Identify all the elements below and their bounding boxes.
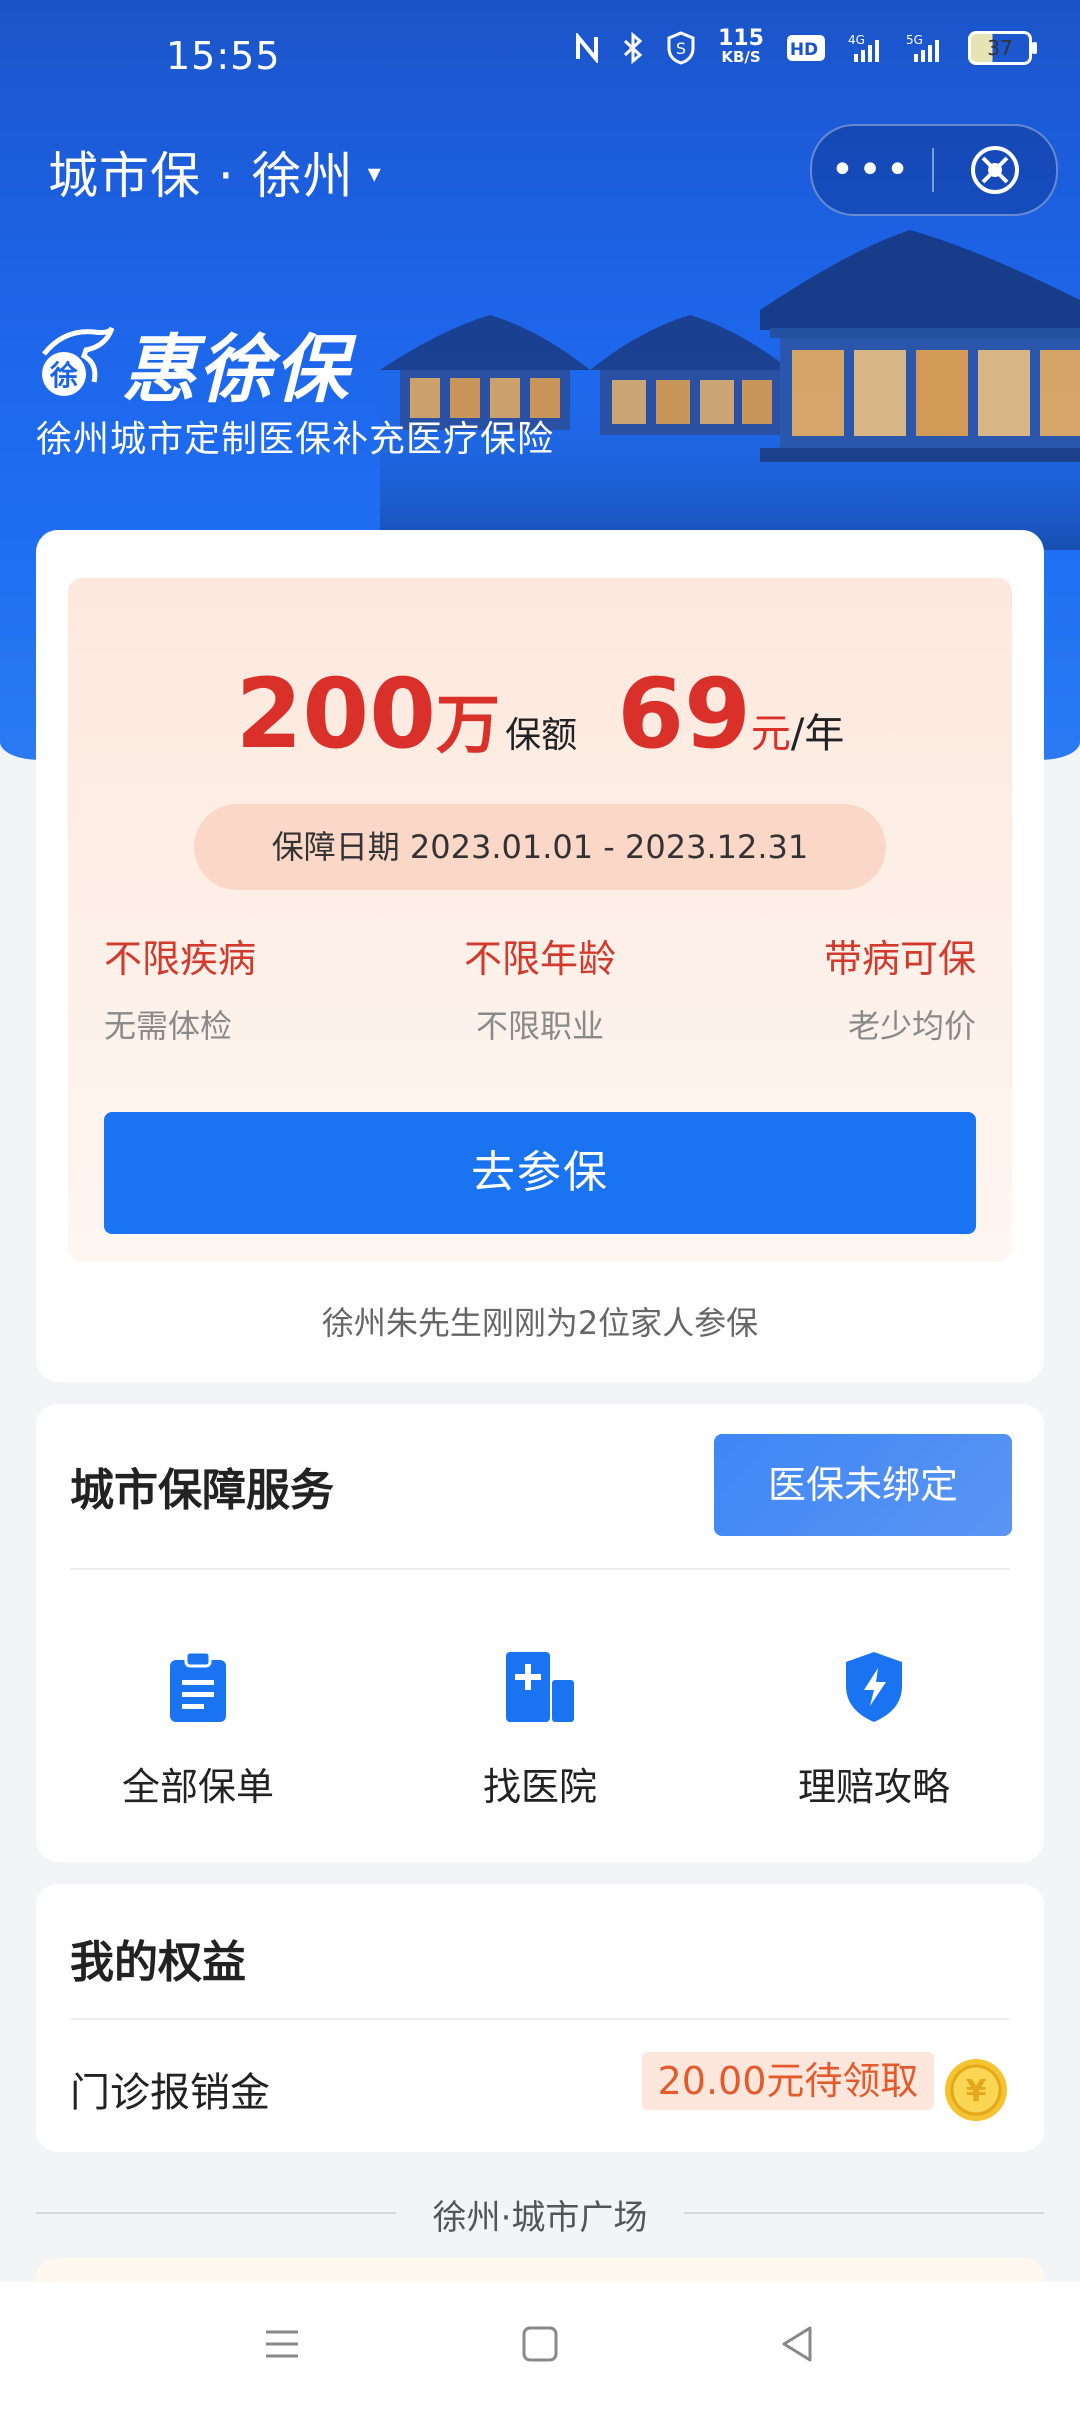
- city-square-title: 徐州·城市广场: [432, 2198, 648, 2238]
- enrollment-ticker: 徐州朱先生刚刚为2位家人参保: [321, 1304, 759, 1342]
- benefits-title: 我的权益: [70, 1937, 246, 1988]
- page-title: 城市保 · 徐州: [48, 147, 354, 205]
- divider: [70, 1568, 1010, 1570]
- svg-text:5G: 5G: [906, 33, 923, 47]
- hd-icon: HD: [786, 33, 826, 63]
- close-icon: [971, 146, 1019, 194]
- brand-name: 惠徐保: [122, 327, 350, 413]
- security-icon: S: [666, 31, 696, 65]
- chevron-down-icon: ▾: [367, 159, 381, 189]
- menu-button[interactable]: [262, 2324, 302, 2368]
- medical-insurance-bind-button[interactable]: 医保未绑定: [714, 1434, 1012, 1536]
- home-button[interactable]: [520, 2324, 560, 2368]
- feature-sub: 无需体检: [104, 1007, 233, 1045]
- coverage-amount: 200: [235, 658, 436, 770]
- svg-text:4G: 4G: [848, 33, 865, 47]
- status-icons: S 115 KB/S HD 4G 5G 37: [574, 26, 1037, 67]
- brand-logo: 徐 惠徐保: [34, 310, 350, 417]
- logo-char: 徐: [49, 359, 78, 392]
- price-unit: 元: [750, 711, 791, 757]
- service-label: 理赔攻略: [797, 1765, 950, 1809]
- feature-title: 带病可保: [823, 937, 976, 981]
- price-period: /年: [790, 711, 845, 757]
- menu-icon: [266, 2330, 298, 2358]
- feature-item: 带病可保 老少均价: [776, 928, 976, 1047]
- signal-5g-icon: 5G: [906, 32, 946, 64]
- shield-bolt-icon: [846, 1652, 902, 1722]
- clipboard-icon: [170, 1650, 226, 1722]
- coin-icon: ¥: [945, 2059, 1007, 2121]
- service-all-policies[interactable]: 全部保单: [78, 1650, 318, 1811]
- divider-line-right: [684, 2212, 1044, 2214]
- pavilion-illustration: [380, 230, 1080, 550]
- city-services-card: 城市保障服务 医保未绑定 全部保单 找医院 理赔攻略: [36, 1404, 1044, 1862]
- coverage-unit: 万: [436, 689, 500, 763]
- brand-subtitle: 徐州城市定制医保补充医疗保险: [36, 419, 555, 460]
- outpatient-reimbursement-label: 门诊报销金: [70, 2070, 270, 2116]
- divider: [70, 2018, 1010, 2020]
- price-value: 69: [617, 658, 751, 770]
- feature-title: 不限疾病: [104, 937, 257, 981]
- feature-item: 不限疾病 无需体检: [104, 928, 304, 1047]
- insurance-offer-card: 200万 保额 69元/年 保障日期 2023.01.01 - 2023.12.…: [36, 530, 1044, 1382]
- my-benefits-card: 我的权益 门诊报销金 20.00元待领取 ¥: [36, 1884, 1044, 2152]
- network-speed-value: 115: [718, 26, 764, 51]
- coverage-label: 保额: [505, 715, 578, 756]
- price-row: 200万 保额 69元/年: [68, 658, 1012, 770]
- services-title: 城市保障服务: [70, 1465, 334, 1516]
- battery-icon: 37: [968, 31, 1037, 65]
- battery-level: 37: [987, 36, 1013, 60]
- signal-4g-icon: 4G: [848, 32, 884, 64]
- city-selector[interactable]: 城市保 · 徐州 ▾: [48, 136, 381, 208]
- more-button[interactable]: •••: [812, 126, 932, 214]
- nfc-icon: [574, 33, 600, 63]
- feature-item: 不限年龄 不限职业: [440, 928, 640, 1047]
- svg-text:S: S: [676, 39, 686, 58]
- coverage-date-range: 保障日期 2023.01.01 - 2023.12.31: [194, 804, 886, 890]
- system-nav-bar: [0, 2282, 1080, 2412]
- svg-text:HD: HD: [790, 40, 818, 60]
- claim-reimbursement-button[interactable]: 20.00元待领取: [642, 2052, 934, 2110]
- service-claim-guide[interactable]: 理赔攻略: [754, 1650, 994, 1811]
- hospital-icon: [506, 1652, 574, 1722]
- bluetooth-icon: [622, 32, 644, 64]
- network-speed-unit: KB/S: [721, 48, 761, 66]
- back-button[interactable]: [778, 2324, 818, 2368]
- city-square-divider: 徐州·城市广场: [0, 2190, 1080, 2238]
- status-time: 15:55: [166, 34, 281, 78]
- home-square-icon: [522, 2326, 558, 2362]
- feature-title: 不限年龄: [463, 937, 616, 981]
- miniapp-capsule: •••: [810, 124, 1058, 216]
- offer-panel: 200万 保额 69元/年 保障日期 2023.01.01 - 2023.12.…: [68, 578, 1012, 1262]
- network-speed: 115 KB/S: [718, 26, 764, 67]
- coin-symbol: ¥: [966, 2074, 987, 2109]
- logo-icon: 徐: [42, 326, 114, 396]
- feature-sub: 老少均价: [847, 1007, 976, 1045]
- status-bar: 15:55 S 115 KB/S HD 4G 5G 37: [0, 0, 1080, 96]
- close-button[interactable]: [934, 143, 1056, 197]
- service-label: 找医院: [482, 1765, 597, 1809]
- service-find-hospital[interactable]: 找医院: [420, 1650, 660, 1811]
- back-triangle-icon: [782, 2326, 812, 2362]
- service-label: 全部保单: [121, 1765, 274, 1809]
- feature-sub: 不限职业: [475, 1007, 604, 1045]
- join-insurance-button[interactable]: 去参保: [104, 1112, 976, 1234]
